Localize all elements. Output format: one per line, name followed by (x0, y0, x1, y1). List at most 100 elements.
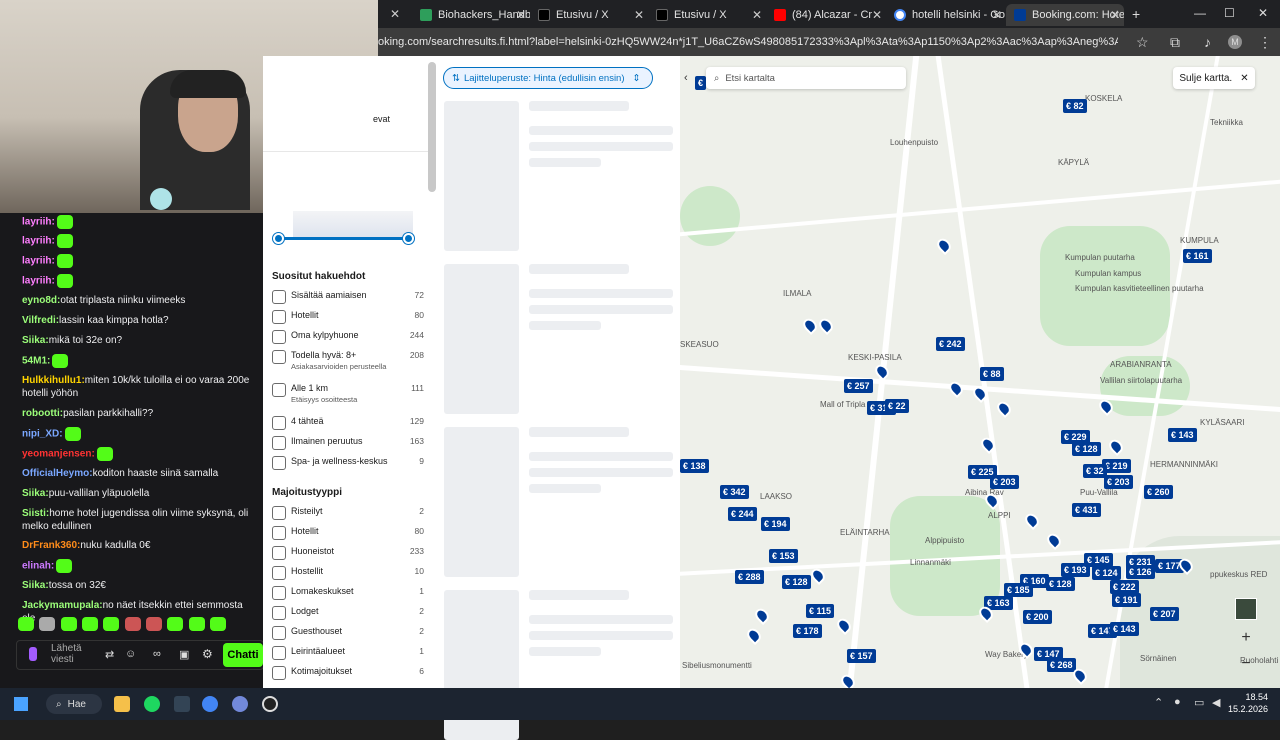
filter-option[interactable]: Spa- ja wellness-keskus 9 (272, 456, 424, 470)
price-marker[interactable]: € 242 (936, 337, 965, 351)
filter-checkbox[interactable] (272, 290, 286, 304)
menu-icon[interactable]: ⋮ (1258, 34, 1272, 51)
tab-close-icon[interactable]: ✕ (516, 8, 526, 22)
price-marker[interactable]: € 22 (885, 399, 909, 413)
emote[interactable] (18, 616, 34, 631)
map-pin[interactable] (834, 615, 854, 636)
browser-tab-active[interactable]: Booking.com: Hotel ✕ (1006, 4, 1124, 26)
zoom-out-icon[interactable]: − (1234, 652, 1258, 676)
tab-close-icon[interactable]: ✕ (390, 7, 400, 21)
format-icon[interactable]: ⇄ (105, 648, 114, 661)
map-pin[interactable] (816, 315, 836, 336)
zoom-in-icon[interactable]: + (1234, 626, 1258, 650)
price-marker[interactable]: € 82 (1063, 99, 1087, 113)
price-marker[interactable]: € 222 (1110, 580, 1139, 594)
price-marker[interactable]: € 178 (793, 624, 822, 638)
emote[interactable] (167, 616, 184, 631)
price-marker[interactable]: € 257 (844, 379, 873, 393)
price-marker[interactable]: € 143 (1168, 428, 1197, 442)
browser-tab[interactable]: Biohackers_Handbo ✕ (412, 4, 530, 26)
address-bar[interactable]: oking.com/searchresults.fi.html?label=he… (378, 28, 1280, 56)
map-pin[interactable] (1044, 530, 1064, 551)
media-control-icon[interactable]: ♪ (1204, 34, 1211, 50)
price-marker[interactable]: € 128 (782, 575, 811, 589)
map-layer-thumbnail[interactable] (1235, 598, 1257, 620)
filter-checkbox[interactable] (272, 606, 286, 620)
emoji-icon[interactable]: ☺ (125, 648, 136, 660)
property-type-option[interactable]: Huoneistot 233 (272, 546, 424, 560)
map[interactable]: KOSKELA Louhenpuisto KÄPYLÄ KUMPULA Kumpulan… (680, 56, 1280, 688)
profile-avatar[interactable]: M (1228, 35, 1242, 49)
filter-checkbox[interactable] (272, 416, 286, 430)
extensions-icon[interactable]: ∞ (153, 648, 161, 660)
property-type-option[interactable]: Guesthouset 2 (272, 626, 424, 640)
price-marker[interactable]: € 431 (1072, 503, 1101, 517)
filter-checkbox[interactable] (272, 526, 286, 540)
map-pin[interactable] (800, 315, 820, 336)
price-marker[interactable]: € 138 (680, 459, 709, 473)
filter-checkbox[interactable] (272, 666, 286, 680)
clock-date[interactable]: 15.2.2026 (1222, 704, 1268, 714)
emote[interactable] (210, 616, 227, 631)
price-marker[interactable]: € 207 (1150, 607, 1179, 621)
price-marker[interactable]: € 268 (1047, 658, 1076, 672)
property-type-option[interactable]: Hostellit 10 (272, 566, 424, 580)
filter-checkbox[interactable] (272, 586, 286, 600)
price-marker[interactable]: € (695, 76, 707, 90)
price-slider-track[interactable] (279, 237, 409, 240)
tab-close-icon[interactable]: ✕ (1110, 8, 1120, 22)
emote[interactable] (124, 616, 141, 631)
filter-checkbox[interactable] (272, 330, 286, 344)
price-marker[interactable]: € 128 (1046, 577, 1075, 591)
emote[interactable] (39, 616, 56, 631)
price-marker[interactable]: € 145 (1084, 553, 1113, 567)
filter-checkbox[interactable] (272, 646, 286, 660)
price-marker[interactable]: € 157 (847, 649, 876, 663)
price-marker[interactable]: € 115 (806, 604, 835, 618)
price-marker[interactable]: € 88 (980, 367, 1004, 381)
price-marker[interactable]: € 203 (1104, 475, 1133, 489)
price-marker[interactable]: € 143 (1110, 622, 1139, 636)
price-slider-max-handle[interactable] (403, 233, 414, 244)
emote[interactable] (188, 616, 205, 631)
price-marker[interactable]: € 126 (1126, 565, 1155, 579)
store-icon[interactable]: ▣ (179, 648, 189, 661)
emote[interactable] (146, 616, 163, 631)
filter-option[interactable]: Oma kylpyhuone 244 (272, 330, 424, 344)
browser-tab[interactable]: (84) Alcazar - Cr ✕ (766, 4, 886, 26)
settings-icon[interactable]: ⚙ (202, 647, 213, 661)
filter-checkbox[interactable] (272, 310, 286, 324)
tray-chevron-icon[interactable]: ⌃ (1154, 696, 1163, 709)
map-pin[interactable] (946, 378, 966, 399)
taskbar-search[interactable]: ⌕ Hae (46, 694, 102, 714)
price-marker[interactable]: € 260 (1144, 485, 1173, 499)
map-pin[interactable] (1106, 436, 1126, 457)
filter-option[interactable]: Ilmainen peruutus 163 (272, 436, 424, 450)
property-type-option[interactable]: Risteilyt 2 (272, 506, 424, 520)
price-marker[interactable]: € 203 (990, 475, 1019, 489)
price-marker[interactable]: € 342 (720, 485, 749, 499)
price-marker[interactable]: € 194 (761, 517, 790, 531)
bookmark-star-icon[interactable]: ☆ (1136, 34, 1149, 51)
map-pin[interactable] (838, 671, 858, 688)
scrollbar[interactable] (428, 62, 436, 192)
maximize-icon[interactable]: ☐ (1224, 6, 1235, 20)
property-type-option[interactable]: Kotimajoitukset 6 (272, 666, 424, 680)
browser-tab[interactable]: hotelli helsinki - Go ✕ (886, 4, 1006, 26)
map-pin[interactable] (994, 398, 1014, 419)
url-text[interactable]: oking.com/searchresults.fi.html?label=he… (378, 36, 1118, 48)
spotify-icon[interactable] (144, 696, 160, 712)
price-marker[interactable]: € 191 (1112, 593, 1141, 607)
emote[interactable] (103, 616, 120, 631)
tab-close-icon[interactable]: ✕ (992, 8, 1002, 22)
filter-option[interactable]: 4 tähteä 129 (272, 416, 424, 430)
price-marker[interactable]: € 200 (1023, 610, 1052, 624)
collapse-chevron-icon[interactable]: ‹ (684, 72, 688, 84)
price-slider-min-handle[interactable] (273, 233, 284, 244)
filter-checkbox[interactable] (272, 350, 286, 364)
tab-close-icon[interactable]: ✕ (634, 8, 644, 22)
filter-checkbox[interactable] (272, 626, 286, 640)
sort-button[interactable]: ⇅ Lajitteluperuste: Hinta (edullisin ens… (443, 67, 653, 89)
map-pin[interactable] (1022, 510, 1042, 531)
map-search-input[interactable]: ⌕ Etsi kartalta (706, 67, 906, 89)
